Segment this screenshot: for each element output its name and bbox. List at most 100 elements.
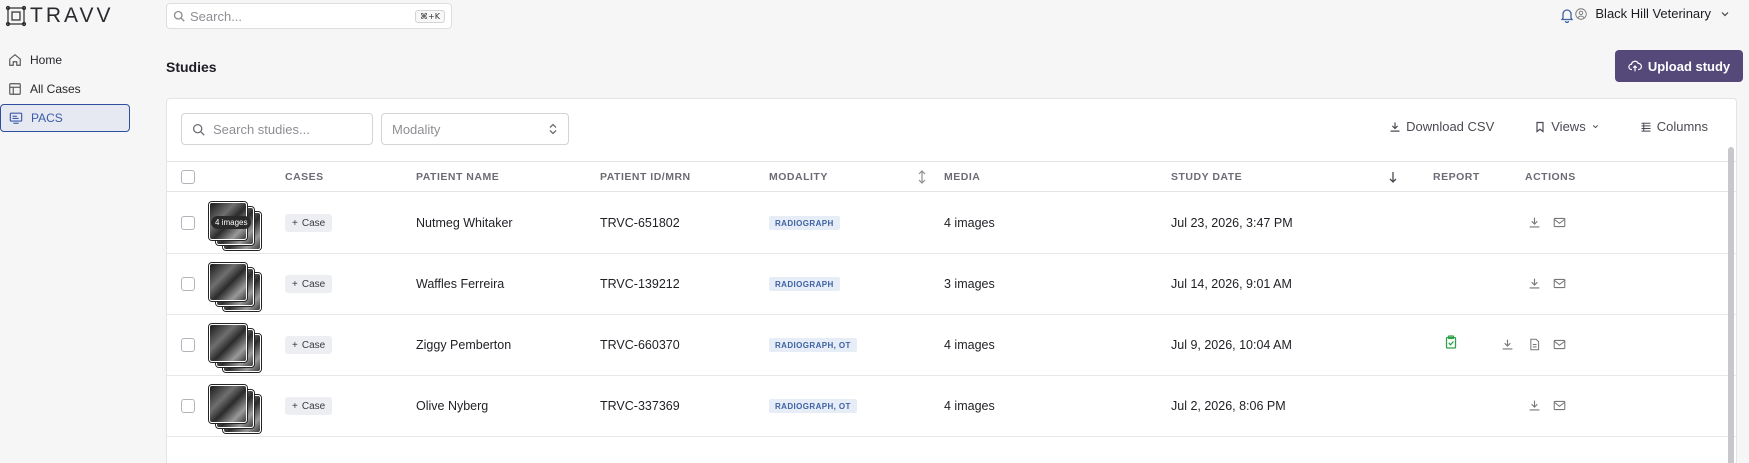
modality-badge: RADIOGRAPH [769,277,840,291]
columns-label: Columns [1656,119,1708,134]
add-case-button[interactable]: + Case [285,214,333,232]
sidebar-item-all-cases[interactable]: All Cases [0,75,130,103]
plus-icon: + [292,339,298,351]
add-case-label: Case [301,278,326,290]
bell-icon[interactable] [1559,7,1575,23]
table-row[interactable]: + Case Olive Nyberg TRVC-337369 RADIOGRA… [167,376,1736,437]
download-icon[interactable] [1528,277,1541,290]
download-icon[interactable] [1528,216,1541,229]
row-checkbox[interactable] [181,216,195,230]
download-csv-button[interactable]: Download CSV [1389,119,1494,134]
upload-study-button[interactable]: Upload study [1615,50,1743,82]
modality-badge: RADIOGRAPH, OT [769,399,857,413]
study-thumbnail[interactable]: 4 images [209,202,267,250]
table-header: CASES PATIENT NAME PATIENT ID/MRN MODALI… [167,161,1736,192]
study-search-input[interactable]: Search studies... [181,113,373,145]
column-header-media[interactable]: MEDIA [944,171,980,183]
mail-icon[interactable] [1553,399,1566,412]
account-name: Black Hill Veterinary [1595,6,1711,21]
page-title: Studies [166,59,217,75]
plus-icon: + [292,217,298,229]
media-count: 4 images [944,338,995,352]
global-search-input[interactable]: Search... ⌘+K [166,3,452,29]
account-menu[interactable]: Black Hill Veterinary [1575,6,1731,21]
patient-id: TRVC-651802 [600,216,680,230]
row-checkbox[interactable] [181,338,195,352]
user-avatar-icon [1575,7,1588,20]
row-checkbox[interactable] [181,399,195,413]
document-icon[interactable] [1528,338,1541,351]
vertical-scrollbar[interactable] [1728,147,1734,463]
logo-text: TRAVV [30,4,114,27]
column-header-report[interactable]: REPORT [1433,171,1480,183]
sidebar-item-home[interactable]: Home [0,46,130,74]
media-count: 3 images [944,277,995,291]
upload-study-label: Upload study [1647,58,1731,74]
study-search-placeholder: Search studies... [213,121,310,137]
column-header-modality[interactable]: MODALITY [769,171,828,183]
add-case-button[interactable]: + Case [285,336,333,354]
download-icon[interactable] [1501,338,1514,351]
columns-icon [1641,122,1651,132]
modality-badge: RADIOGRAPH [769,216,840,230]
column-header-study-date[interactable]: STUDY DATE [1171,171,1242,183]
report-ready-icon[interactable] [1445,335,1457,349]
patient-id: TRVC-139212 [600,277,680,291]
thumbnail-layer [209,385,247,423]
plus-icon: + [292,400,298,412]
column-header-cases[interactable]: CASES [285,171,324,183]
add-case-button[interactable]: + Case [285,397,333,415]
chevron-up-down-icon [549,123,557,135]
bookmark-icon [1536,121,1544,133]
thumbnail-layer [209,263,247,301]
study-thumbnail[interactable] [209,385,267,433]
views-menu-button[interactable]: Views [1534,119,1599,134]
logo[interactable]: TRAVV [4,4,113,28]
sort-descending-icon[interactable] [1388,170,1398,184]
columns-button[interactable]: Columns [1640,119,1708,134]
mail-icon[interactable] [1553,277,1566,290]
column-header-patient-id[interactable]: PATIENT ID/MRN [600,171,691,183]
modality-select[interactable]: Modality [381,113,569,145]
sidebar-nav: Home All Cases PACS [0,46,130,133]
monitor-icon [9,112,23,124]
row-checkbox[interactable] [181,277,195,291]
study-thumbnail[interactable] [209,263,267,311]
select-all-checkbox[interactable] [181,170,195,184]
patient-id: TRVC-337369 [600,399,680,413]
table-icon [9,83,21,95]
add-case-label: Case [301,217,326,229]
add-case-button[interactable]: + Case [285,275,333,293]
table-toolbar: Download CSV Views Columns [1389,119,1708,134]
search-icon [173,10,185,22]
sidebar-item-label: All Cases [30,82,81,96]
image-count-badge: 4 images [211,216,252,229]
modality-placeholder: Modality [392,121,441,137]
mail-icon[interactable] [1553,216,1566,229]
sort-icon[interactable] [917,170,927,184]
views-label: Views [1551,119,1586,134]
patient-name: Ziggy Pemberton [416,338,512,352]
search-shortcut-hint: ⌘+K [415,9,445,23]
table-row[interactable]: + Case Waffles Ferreira TRVC-139212 RADI… [167,254,1736,315]
column-header-patient-name[interactable]: PATIENT NAME [416,171,499,183]
studies-card: Search studies... Modality Download CSV … [166,98,1737,463]
download-icon[interactable] [1528,399,1541,412]
column-header-actions[interactable]: ACTIONS [1525,171,1576,183]
patient-name: Olive Nyberg [416,399,489,413]
download-csv-label: Download CSV [1406,119,1495,134]
study-date: Jul 14, 2026, 9:01 AM [1171,277,1292,291]
table-row[interactable]: + Case Ziggy Pemberton TRVC-660370 RADIO… [167,315,1736,376]
search-icon [192,123,205,136]
study-date: Jul 9, 2026, 10:04 AM [1171,338,1292,352]
patient-name: Nutmeg Whitaker [416,216,513,230]
download-icon [1390,122,1400,132]
sidebar-item-pacs[interactable]: PACS [0,104,130,132]
global-search-placeholder: Search... [190,8,243,24]
logo-icon [5,5,27,27]
study-thumbnail[interactable] [209,324,267,372]
filter-bar: Search studies... Modality [181,113,569,145]
mail-icon[interactable] [1553,338,1566,351]
modality-badge: RADIOGRAPH, OT [769,338,857,352]
table-row[interactable]: 4 images + Case Nutmeg Whitaker TRVC-651… [167,193,1736,254]
